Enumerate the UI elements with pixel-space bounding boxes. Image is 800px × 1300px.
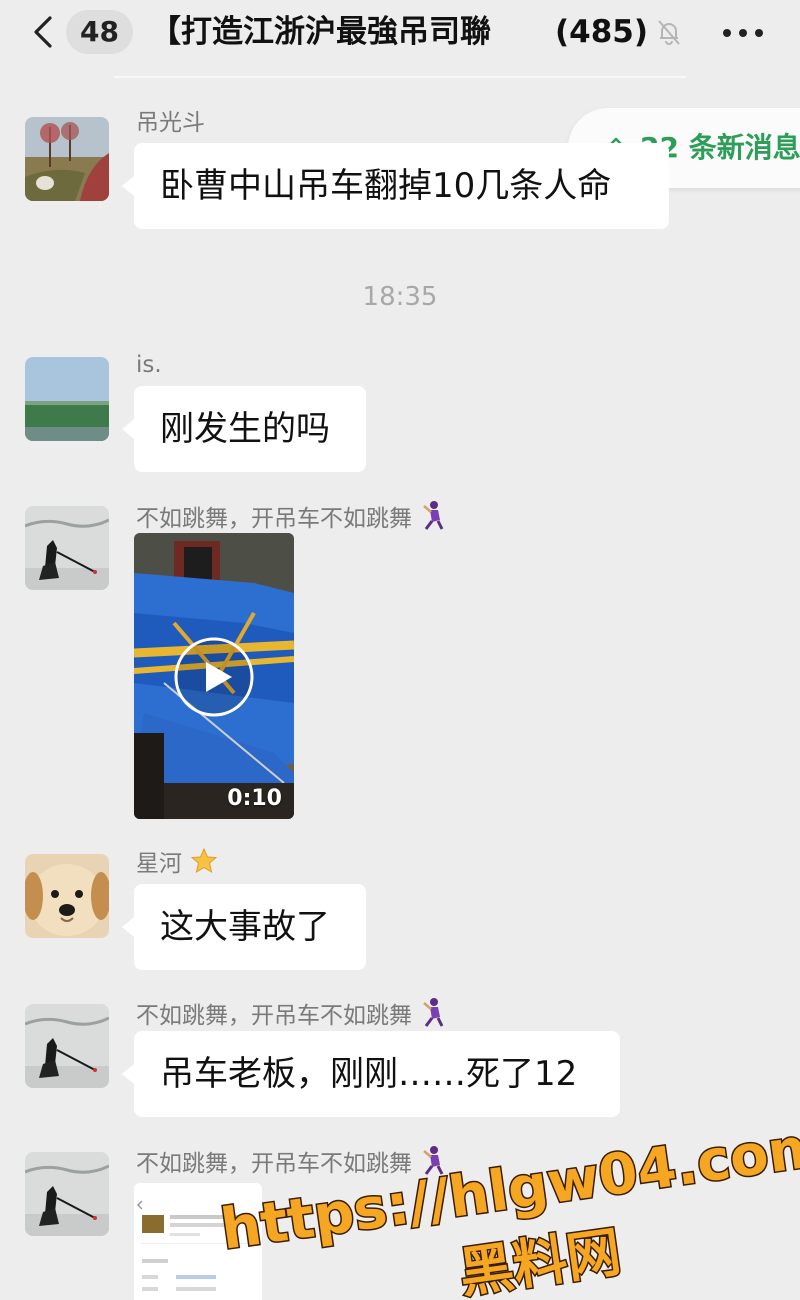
message-text: 卧曹中山吊车翻掉10几条人命 bbox=[160, 166, 612, 206]
avatar[interactable] bbox=[25, 1152, 109, 1236]
chat-header: 48 【打造江浙沪最強吊司聯 (485) bbox=[0, 0, 800, 72]
site-watermark: https://hlgw04.com 黑料网 bbox=[216, 1112, 800, 1300]
card-preview bbox=[134, 1183, 262, 1300]
dancer-icon bbox=[423, 501, 444, 530]
mute-bell-icon bbox=[658, 20, 680, 45]
sender-name: 吊光斗 bbox=[136, 110, 205, 136]
sender-name: is. bbox=[136, 352, 162, 378]
sender-name: 不如跳舞，开吊车不如跳舞 bbox=[136, 1145, 446, 1179]
message-bubble[interactable]: 吊车老板，刚刚……死了12 bbox=[122, 1031, 620, 1117]
avatar[interactable] bbox=[25, 117, 109, 201]
sender-name: 星河 bbox=[136, 847, 218, 879]
message-bubble[interactable]: 这大事故了 bbox=[122, 884, 366, 970]
message-bubble[interactable]: 卧曹中山吊车翻掉10几条人命 bbox=[122, 143, 669, 229]
avatar[interactable] bbox=[25, 357, 109, 441]
watermark-site-name: 黑料网 bbox=[455, 1220, 624, 1300]
watermark-url: https://hlgw04.com bbox=[217, 1113, 800, 1262]
message-text: 吊车老板，刚刚……死了12 bbox=[160, 1054, 578, 1094]
unread-count-badge[interactable]: 48 bbox=[66, 10, 133, 54]
header-divider bbox=[114, 76, 686, 78]
avatar[interactable] bbox=[25, 854, 109, 938]
sender-name: 不如跳舞，开吊车不如跳舞 bbox=[136, 997, 446, 1031]
video-duration: 0:10 bbox=[227, 786, 282, 811]
message-bubble[interactable]: 刚发生的吗 bbox=[122, 386, 366, 472]
play-icon[interactable] bbox=[172, 635, 256, 719]
sender-name: 不如跳舞，开吊车不如跳舞 bbox=[136, 500, 446, 534]
dancer-icon bbox=[423, 998, 444, 1027]
back-arrow-icon[interactable] bbox=[24, 12, 64, 52]
dancer-icon bbox=[423, 1146, 444, 1175]
time-divider: 18:35 bbox=[362, 282, 438, 312]
message-text: 这大事故了 bbox=[160, 907, 330, 947]
avatar[interactable] bbox=[25, 1004, 109, 1088]
more-options-icon[interactable] bbox=[722, 28, 764, 38]
star-icon bbox=[190, 847, 218, 874]
avatar[interactable] bbox=[25, 506, 109, 590]
video-thumbnail[interactable]: 0:10 bbox=[134, 533, 294, 819]
shared-card-thumbnail[interactable] bbox=[134, 1183, 262, 1300]
message-text: 刚发生的吗 bbox=[160, 409, 330, 449]
member-count[interactable]: (485) bbox=[555, 10, 648, 54]
